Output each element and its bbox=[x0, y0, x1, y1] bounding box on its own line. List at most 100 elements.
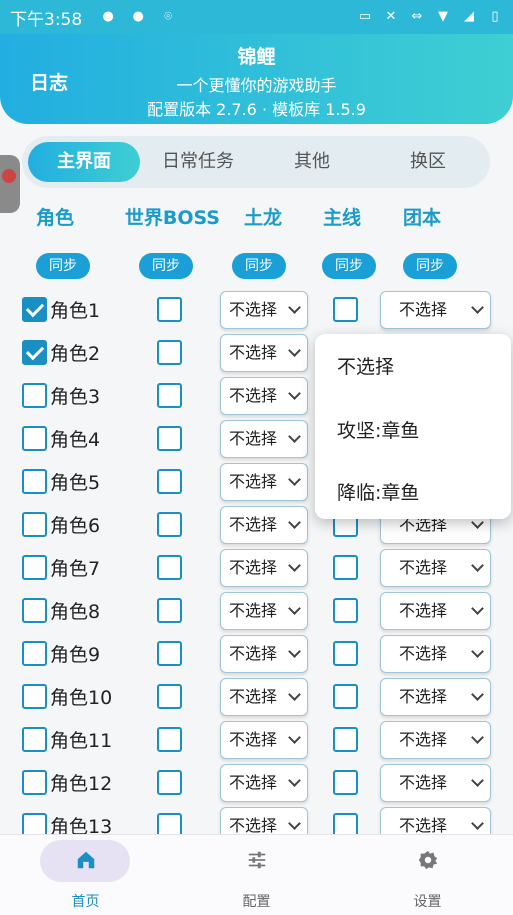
table-row: 角色9 不选择 不选择 bbox=[0, 632, 513, 675]
world-boss-checkbox[interactable] bbox=[157, 469, 182, 494]
tab-daily[interactable]: 日常任务 bbox=[142, 142, 254, 182]
world-boss-checkbox[interactable] bbox=[157, 383, 182, 408]
nav-home-label: 首页 bbox=[71, 894, 100, 910]
role-checkbox[interactable] bbox=[22, 727, 47, 752]
sync-raid-button[interactable]: 同步 bbox=[403, 253, 457, 279]
main-line-checkbox[interactable] bbox=[333, 555, 358, 580]
nav-settings[interactable]: 设置 bbox=[342, 835, 513, 915]
role-checkbox[interactable] bbox=[22, 297, 47, 322]
earth-dragon-select[interactable]: 不选择 bbox=[220, 420, 308, 458]
world-boss-checkbox[interactable] bbox=[157, 426, 182, 451]
floating-avatar[interactable] bbox=[0, 155, 20, 213]
select-value: 不选择 bbox=[229, 644, 278, 663]
select-value: 不选择 bbox=[399, 601, 448, 620]
main-line-checkbox[interactable] bbox=[333, 598, 358, 623]
column-raid: 团本 bbox=[403, 207, 442, 229]
chevron-down-icon bbox=[288, 645, 301, 658]
select-value: 不选择 bbox=[399, 816, 448, 835]
signal-icon: ◢ bbox=[464, 9, 474, 24]
role-label: 角色3 bbox=[50, 386, 101, 408]
role-checkbox[interactable] bbox=[22, 383, 47, 408]
world-boss-checkbox[interactable] bbox=[157, 555, 182, 580]
world-boss-checkbox[interactable] bbox=[157, 340, 182, 365]
main-line-checkbox[interactable] bbox=[333, 727, 358, 752]
chevron-down-icon bbox=[288, 559, 301, 572]
world-boss-checkbox[interactable] bbox=[157, 684, 182, 709]
chevron-down-icon bbox=[288, 344, 301, 357]
raid-select[interactable]: 不选择 bbox=[380, 291, 491, 329]
earth-dragon-select[interactable]: 不选择 bbox=[220, 592, 308, 630]
select-value: 不选择 bbox=[229, 687, 278, 706]
version-info: 配置版本 2.7.6 · 模板库 1.5.9 bbox=[147, 100, 366, 119]
earth-dragon-select[interactable]: 不选择 bbox=[220, 506, 308, 544]
tab-switch-server[interactable]: 换区 bbox=[372, 142, 484, 182]
sync-role-button[interactable]: 同步 bbox=[36, 253, 90, 279]
sync-earth-dragon-button[interactable]: 同步 bbox=[232, 253, 286, 279]
chevron-down-icon bbox=[288, 602, 301, 615]
earth-dragon-select[interactable]: 不选择 bbox=[220, 463, 308, 501]
earth-dragon-select[interactable]: 不选择 bbox=[220, 635, 308, 673]
role-label: 角色8 bbox=[50, 601, 101, 623]
role-checkbox[interactable] bbox=[22, 684, 47, 709]
role-checkbox[interactable] bbox=[22, 426, 47, 451]
world-boss-checkbox[interactable] bbox=[157, 770, 182, 795]
role-checkbox[interactable] bbox=[22, 469, 47, 494]
nav-config[interactable]: 配置 bbox=[171, 835, 342, 915]
cast-icon: ▭ bbox=[358, 9, 372, 24]
tab-main[interactable]: 主界面 bbox=[28, 142, 140, 182]
world-boss-checkbox[interactable] bbox=[157, 512, 182, 537]
earth-dragon-select[interactable]: 不选择 bbox=[220, 334, 308, 372]
role-label: 角色1 bbox=[50, 300, 101, 322]
role-checkbox[interactable] bbox=[22, 598, 47, 623]
chevron-down-icon bbox=[288, 688, 301, 701]
earth-dragon-select[interactable]: 不选择 bbox=[220, 764, 308, 802]
role-checkbox[interactable] bbox=[22, 770, 47, 795]
table-row: 角色1 不选择 不选择 bbox=[0, 288, 513, 331]
earth-dragon-select[interactable]: 不选择 bbox=[220, 377, 308, 415]
column-world-boss: 世界BOSS bbox=[124, 207, 220, 229]
dropdown-option[interactable]: 攻坚:章鱼 bbox=[337, 416, 419, 443]
raid-select[interactable]: 不选择 bbox=[380, 635, 491, 673]
world-boss-checkbox[interactable] bbox=[157, 727, 182, 752]
raid-select[interactable]: 不选择 bbox=[380, 592, 491, 630]
select-value: 不选择 bbox=[399, 558, 448, 577]
select-value: 不选择 bbox=[229, 343, 278, 362]
main-line-checkbox[interactable] bbox=[333, 684, 358, 709]
role-checkbox[interactable] bbox=[22, 641, 47, 666]
status-time: 下午3:58 bbox=[10, 9, 83, 30]
select-value: 不选择 bbox=[229, 429, 278, 448]
raid-select[interactable]: 不选择 bbox=[380, 721, 491, 759]
main-line-checkbox[interactable] bbox=[333, 641, 358, 666]
sync-main-line-button[interactable]: 同步 bbox=[322, 253, 376, 279]
tab-other[interactable]: 其他 bbox=[256, 142, 368, 182]
main-line-checkbox[interactable] bbox=[333, 770, 358, 795]
chevron-down-icon bbox=[288, 731, 301, 744]
app-header: 日志 锦鲤 一个更懂你的游戏助手 配置版本 2.7.6 · 模板库 1.5.9 bbox=[0, 34, 513, 124]
select-value: 不选择 bbox=[229, 472, 278, 491]
chevron-down-icon bbox=[288, 516, 301, 529]
dropdown-option[interactable]: 降临:章鱼 bbox=[337, 478, 419, 505]
role-checkbox[interactable] bbox=[22, 512, 47, 537]
earth-dragon-select[interactable]: 不选择 bbox=[220, 549, 308, 587]
world-boss-checkbox[interactable] bbox=[157, 297, 182, 322]
nav-home[interactable]: 首页 bbox=[0, 835, 171, 915]
earth-dragon-select[interactable]: 不选择 bbox=[220, 721, 308, 759]
earth-dragon-select[interactable]: 不选择 bbox=[220, 678, 308, 716]
sync-world-boss-button[interactable]: 同步 bbox=[139, 253, 193, 279]
raid-select[interactable]: 不选择 bbox=[380, 678, 491, 716]
main-line-checkbox[interactable] bbox=[333, 297, 358, 322]
raid-select[interactable]: 不选择 bbox=[380, 764, 491, 802]
earth-dragon-select[interactable]: 不选择 bbox=[220, 291, 308, 329]
world-boss-checkbox[interactable] bbox=[157, 641, 182, 666]
dropdown-option[interactable]: 不选择 bbox=[337, 352, 394, 379]
chevron-down-icon bbox=[288, 430, 301, 443]
role-checkbox[interactable] bbox=[22, 555, 47, 580]
world-boss-checkbox[interactable] bbox=[157, 598, 182, 623]
role-checkbox[interactable] bbox=[22, 340, 47, 365]
gear-icon bbox=[342, 849, 513, 873]
raid-select[interactable]: 不选择 bbox=[380, 549, 491, 587]
select-value: 不选择 bbox=[229, 730, 278, 749]
chevron-down-icon bbox=[471, 301, 484, 314]
location-icon: ⌾ bbox=[164, 9, 173, 24]
role-label: 角色5 bbox=[50, 472, 101, 494]
